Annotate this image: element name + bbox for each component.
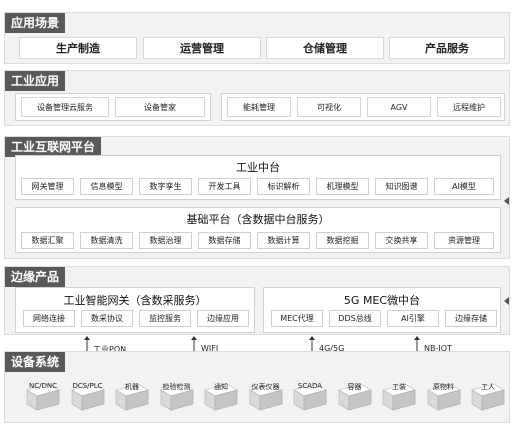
device-label: 检验检测 [162,383,191,391]
mec-dds-bus[interactable]: DDS总线 [329,310,381,327]
device-item[interactable]: SCADA [292,380,328,418]
base-data-compute[interactable]: 数据计算 [257,232,310,249]
device-label: 原物料 [433,383,454,391]
base-resource-mgmt[interactable]: 资源管理 [434,232,494,249]
device-label: 通知 [214,383,228,391]
middle-info-model[interactable]: 信息模型 [80,178,133,195]
device-item[interactable]: 机器 [114,380,150,418]
middle-ai-model[interactable]: AI模型 [434,178,494,195]
device-label: NC/DNC [29,382,57,390]
scene-operations[interactable]: 运营管理 [143,37,261,59]
layer-title-industrial-apps: 工业应用 [5,71,66,91]
mec-ai-engine[interactable]: AI引擎 [387,310,439,327]
base-data-aggregation[interactable]: 数据汇聚 [21,232,74,249]
app-device-cloud[interactable]: 设备管理云服务 [21,97,109,117]
layer-iiot-platform: 工业互联网平台 工业中台 网关管理 信息模型 数字孪生 开发工具 标识解析 机理… [4,136,510,259]
gateway-edge-app[interactable]: 边缘应用 [197,310,249,327]
scene-production[interactable]: 生产制造 [19,37,137,59]
app-agv[interactable]: AGV [367,97,431,117]
device-label: DCS/PLC [72,382,103,390]
edge-arrow-icon [504,297,509,305]
layer-edge-products: 边缘产品 工业智能网关（含数采服务） 网络连接 数采协议 监控服务 边缘应用 5… [4,266,510,335]
mec-proxy[interactable]: MEC代理 [271,310,323,327]
device-item[interactable]: 原物料 [426,380,462,418]
layer-device-systems: 设备系统 NC/DNC DCS/PLC 机器 检验检测 通知 仪表仪器 SCADA 容器 工装 原… [4,351,510,423]
layer-industrial-apps: 工业应用 设备管理云服务 设备管家 能耗管理 可视化 AGV 远程维护 [4,70,510,126]
mec-title: 5G MEC微中台 [343,294,421,307]
device-item[interactable]: DCS/PLC [70,380,106,418]
device-label: 工装 [392,383,406,391]
edge-gateway-title: 工业智能网关（含数采服务） [63,294,207,307]
layer-application-scenes: 应用场景 生产制造 运营管理 仓储管理 产品服务 [4,12,510,64]
middle-digital-twin[interactable]: 数字孪生 [139,178,192,195]
device-item[interactable]: 工人 [470,380,506,418]
app-remote-maintenance[interactable]: 远程维护 [437,97,501,117]
device-label: SCADA [297,382,323,390]
middle-platform-title: 工业中台 [236,161,280,174]
device-label: 工人 [481,383,495,391]
layer-title-devices: 设备系统 [5,352,66,372]
middle-dev-tools[interactable]: 开发工具 [198,178,251,195]
layer-title-edge: 边缘产品 [5,267,66,287]
device-label: 容器 [347,383,362,391]
device-label: 机器 [125,383,139,391]
device-item[interactable]: 检验检测 [159,380,195,418]
scene-warehouse[interactable]: 仓储管理 [266,37,384,59]
gateway-monitoring[interactable]: 监控服务 [139,310,191,327]
gateway-protocol[interactable]: 数采协议 [81,310,133,327]
device-item[interactable]: 通知 [203,380,239,418]
device-item[interactable]: 仪表仪器 [248,380,284,418]
layer-title-platform: 工业互联网平台 [5,137,102,157]
base-data-governance[interactable]: 数据治理 [139,232,192,249]
device-label: 仪表仪器 [251,383,280,391]
middle-gateway-mgmt[interactable]: 网关管理 [21,178,74,195]
gateway-network[interactable]: 网络连接 [23,310,75,327]
mec-edge-storage[interactable]: 边缘存储 [445,310,497,327]
device-item[interactable]: NC/DNC [25,380,61,418]
base-exchange-sharing[interactable]: 交换共享 [375,232,428,249]
base-data-storage[interactable]: 数据存储 [198,232,251,249]
base-data-mining[interactable]: 数据挖掘 [316,232,369,249]
device-item[interactable]: 工装 [381,380,417,418]
app-visualization[interactable]: 可视化 [297,97,361,117]
scene-product-service[interactable]: 产品服务 [389,37,505,59]
base-platform-title: 基础平台（含数据中台服务） [186,213,330,226]
app-device-butler[interactable]: 设备管家 [115,97,205,117]
base-data-cleaning[interactable]: 数据清洗 [80,232,133,249]
middle-identity-resolution[interactable]: 标识解析 [257,178,310,195]
middle-knowledge-graph[interactable]: 知识图谱 [375,178,428,195]
platform-arrow-icon [504,197,509,205]
layer-title-scenes: 应用场景 [5,13,66,33]
app-energy[interactable]: 能耗管理 [227,97,291,117]
middle-mechanism-model[interactable]: 机理模型 [316,178,369,195]
device-item[interactable]: 容器 [337,380,373,418]
